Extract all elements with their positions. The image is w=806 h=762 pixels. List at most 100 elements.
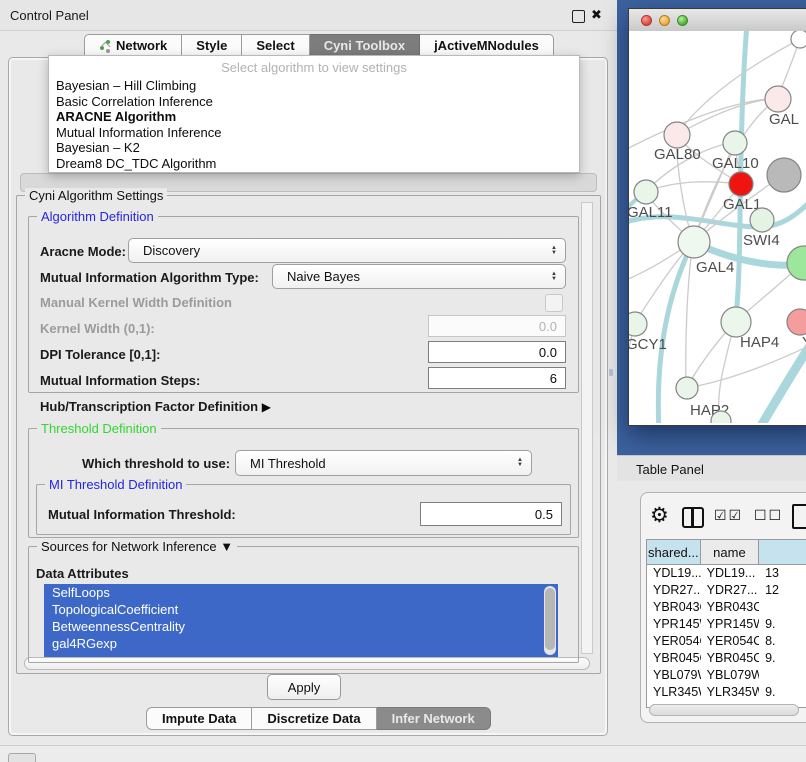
table-cell: YER054C [701,633,759,650]
node[interactable] [791,31,806,48]
manual-kernel-checkbox[interactable] [545,294,563,312]
panel-splitter-handle[interactable] [609,369,613,376]
select-all-checkboxes-icon[interactable]: ☑☑ [714,507,743,524]
table-cell: 12 [759,582,806,599]
algorithm-dropdown-list: Bayesian – Hill ClimbingBasic Correlatio… [49,78,579,171]
tab-label: Select [256,35,294,57]
status-strip [0,745,806,762]
minimize-traffic-light-icon[interactable] [659,15,670,26]
algorithm-option[interactable]: Bayesian – K2 [49,140,579,156]
gear-icon[interactable]: ⚙ [650,503,669,528]
table-row[interactable]: YLR345WYLR345W9. [647,684,806,701]
bottom-tab-impute-data[interactable]: Impute Data [146,707,252,730]
hub-definition-toggle[interactable]: Hub/Transcription Factor Definition ▶ [40,399,271,414]
mi-type-combo[interactable]: Naive Bayes ▲▼ [272,264,566,289]
mi-type-value: Naive Bayes [287,269,360,284]
table-row[interactable]: YBR045CYBR045C9. [647,650,806,667]
which-threshold-combo[interactable]: MI Threshold ▲▼ [235,450,532,476]
attribute-table[interactable]: shared...nameYDL19...YDL19...13YDR27...Y… [646,539,806,708]
table-cell: YLR345W [647,684,701,701]
which-threshold-value: MI Threshold [250,456,326,471]
column-header[interactable]: shared... [647,540,701,564]
sources-legend[interactable]: Sources for Network Inference ▼ [37,539,237,554]
partial-bottom-button[interactable] [8,753,36,762]
node[interactable] [767,158,801,192]
algorithm-option[interactable]: ARACNE Algorithm [49,109,579,125]
node-gal11[interactable] [634,180,658,204]
node-y[interactable] [787,309,806,335]
table-cell: YER054C [647,633,701,650]
network-canvas[interactable]: GALGAL80GAL10GAL1GAL11SWI4GAL4GCY1HAP4YH… [629,31,806,423]
split-columns-icon[interactable] [682,507,704,528]
column-header[interactable]: name [701,540,760,564]
table-row[interactable]: YDL19...YDL19...13 [647,565,806,582]
app-root: Control Panel ✖ NetworkStyleSelectCyni T… [0,0,806,762]
mi-threshold-field[interactable]: 0.5 [420,502,562,526]
settings-vertical-scrollbar[interactable] [581,202,593,654]
float-window-icon[interactable] [572,10,585,23]
algorithm-definition-legend: Algorithm Definition [37,209,158,224]
table-panel-title: Table Panel [636,462,704,477]
zoom-traffic-light-icon[interactable] [677,15,688,26]
attribute-item[interactable]: TopologicalCoefficient [44,601,558,618]
bottom-tab-infer-network[interactable]: Infer Network [377,707,491,730]
mi-steps-field[interactable]: 6 [428,367,566,389]
node-gal[interactable] [765,86,791,112]
table-cell: YBR045C [647,650,701,667]
node-swi4[interactable] [750,208,774,232]
node-gal4[interactable] [678,226,710,258]
table-cell: YPR145W [647,616,701,633]
tab-label: Network [116,35,167,57]
table-row[interactable]: YBL079WYBL079W [647,667,806,684]
dpi-tolerance-label: DPI Tolerance [0,1]: [40,347,160,362]
data-attributes-list: SelfLoopsTopologicalCoefficientBetweenne… [44,584,558,657]
node-gal80[interactable] [664,122,690,148]
table-horizontal-scrollbar[interactable] [649,704,799,716]
node-gcy1[interactable] [629,312,647,336]
node-hap2[interactable] [676,377,698,399]
table-row[interactable]: YER054CYER054C8. [647,633,806,650]
table-row[interactable]: YDR27...YDR27...12 [647,582,806,599]
algorithm-option[interactable]: Mutual Information Inference [49,125,579,141]
algorithm-option[interactable]: Dream8 DC_TDC Algorithm [49,156,579,172]
table-row[interactable]: YBR043CYBR043C [647,599,806,616]
algorithm-option[interactable]: Basic Correlation Inference [49,94,579,110]
table-cell: 9. [759,650,806,667]
table-cell: YBL079W [701,667,759,684]
table-cell: YBR043C [701,599,759,616]
attribute-item[interactable]: gal4RGexp [44,635,558,652]
node-hap4[interactable] [721,307,751,337]
attributes-scrollbar[interactable] [544,586,556,655]
tab-label: Style [196,35,227,57]
dpi-tolerance-field[interactable]: 0.0 [428,341,566,363]
table-cell: 8. [759,633,806,650]
node-gal10[interactable] [723,131,747,155]
table-cell: YDL19... [701,565,759,582]
attribute-item-partial[interactable] [44,652,558,657]
bottom-tab-discretize-data[interactable]: Discretize Data [252,707,376,730]
table-cell: YLR345W [701,684,759,701]
close-traffic-light-icon[interactable] [641,15,652,26]
deselect-all-checkboxes-icon[interactable]: ☐☐ [754,507,783,524]
node-label: SWI4 [743,232,780,249]
network-window-titlebar[interactable] [629,9,806,32]
kernel-width-field[interactable]: 0.0 [428,315,566,337]
manual-kernel-label: Manual Kernel Width Definition [40,295,232,310]
column-header[interactable] [759,540,806,564]
tab-label: jActiveMNodules [434,35,539,57]
apply-button[interactable]: Apply [267,674,341,700]
attribute-item[interactable]: SelfLoops [44,584,558,601]
algorithm-option[interactable]: Bayesian – Hill Climbing [49,78,579,94]
network-view-window: GALGAL80GAL10GAL1GAL11SWI4GAL4GCY1HAP4YH… [628,8,806,426]
node-gal1[interactable] [729,172,753,196]
attributes-scrollbar-thumb[interactable] [545,588,555,650]
close-icon[interactable]: ✖ [591,7,602,23]
node-label: HAP4 [740,334,779,351]
attribute-item[interactable]: BetweennessCentrality [44,618,558,635]
document-icon[interactable] [792,504,806,529]
node-label: Y [802,334,806,351]
table-row[interactable]: YPR145WYPR145W9. [647,616,806,633]
table-cell: YBL079W [647,667,701,684]
cyni-settings-legend: Cyni Algorithm Settings [25,188,167,203]
aracne-mode-combo[interactable]: Discovery ▲▼ [128,238,566,263]
